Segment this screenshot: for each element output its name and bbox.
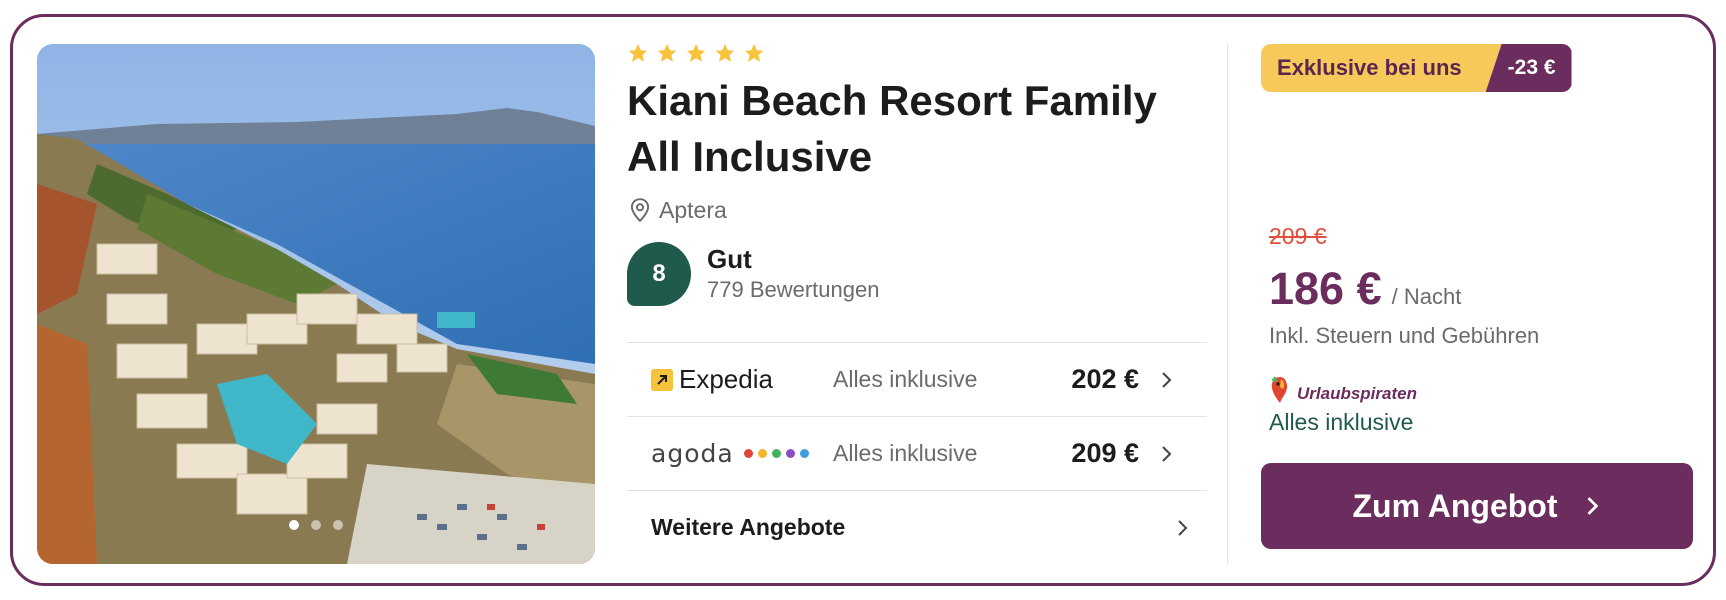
exclusive-deal-badge: Exklusive bei uns -23 €: [1261, 44, 1572, 92]
offer-row-agoda[interactable]: agoda Alles inklusive 209 €: [627, 416, 1207, 490]
column-divider: [1227, 44, 1228, 564]
current-price: 186 €: [1269, 263, 1382, 314]
provider-name: agoda: [651, 439, 734, 468]
chevron-right-icon: [1587, 497, 1598, 515]
star-icon: [686, 43, 706, 62]
more-offers-link[interactable]: Weitere Angebote: [627, 490, 1207, 564]
agoda-logo-dots: [743, 449, 809, 458]
carousel-dot[interactable]: [289, 520, 299, 530]
offer-list: Expedia Alles inklusive 202 € agoda Alle…: [627, 342, 1207, 564]
star-icon: [715, 43, 735, 62]
provider-name: Expedia: [679, 364, 773, 394]
hotel-info: Kiani Beach Resort Family All Inclusive …: [627, 41, 1207, 307]
offer-row-expedia[interactable]: Expedia Alles inklusive 202 €: [627, 342, 1207, 416]
provider-expedia: Expedia: [651, 364, 833, 395]
chevron-right-icon: [1162, 445, 1172, 462]
guest-rating[interactable]: 8 Gut 779 Bewertungen: [627, 241, 1207, 307]
provider-agoda: agoda: [651, 439, 833, 468]
board-type: Alles inklusive: [833, 366, 978, 392]
offer-price: 209 €: [1071, 438, 1139, 468]
taxes-note: Inkl. Steuern und Gebühren: [1269, 323, 1540, 348]
deal-board-type: Alles inklusive: [1269, 409, 1414, 435]
carousel-dot[interactable]: [333, 520, 343, 530]
location-label: Aptera: [659, 196, 727, 223]
star-icon: [628, 43, 648, 62]
cta-label: Zum Angebot: [1352, 487, 1558, 524]
hotel-name[interactable]: Kiani Beach Resort Family All Inclusive: [627, 73, 1187, 185]
provider-name: Urlaubspiraten: [1297, 384, 1417, 403]
hotel-card: Kiani Beach Resort Family All Inclusive …: [10, 14, 1716, 586]
rating-label: Gut: [707, 244, 752, 274]
hotel-location: Aptera: [627, 193, 1207, 227]
star-rating: [627, 41, 1207, 65]
star-icon: [744, 43, 764, 62]
location-pin-icon: [630, 198, 650, 223]
chevron-right-icon: [1178, 519, 1188, 536]
review-count: 779 Bewertungen: [707, 277, 880, 302]
star-icon: [657, 43, 677, 62]
carousel-dot[interactable]: [311, 520, 321, 530]
deal-badge-label: Exklusive bei uns: [1261, 44, 1502, 92]
per-night-label: / Nacht: [1391, 284, 1462, 309]
price-summary: 209 € 186 € / Nacht Inkl. Steuern und Ge…: [1269, 223, 1689, 436]
parrot-logo-icon: [1271, 376, 1288, 403]
expedia-logo-icon: [651, 368, 673, 391]
carousel-dots[interactable]: [37, 520, 595, 530]
resort-aerial-image: [37, 44, 595, 564]
chevron-right-icon: [1162, 371, 1172, 388]
more-offers-label: Weitere Angebote: [651, 514, 846, 540]
offer-price: 202 €: [1071, 364, 1139, 394]
to-offer-button[interactable]: Zum Angebot: [1261, 463, 1693, 549]
old-price: 209 €: [1269, 223, 1327, 249]
board-type: Alles inklusive: [833, 440, 978, 466]
deal-provider: Urlaubspiraten: [1269, 373, 1689, 407]
hotel-photo[interactable]: [37, 44, 595, 564]
rating-score-badge: 8: [627, 242, 691, 306]
